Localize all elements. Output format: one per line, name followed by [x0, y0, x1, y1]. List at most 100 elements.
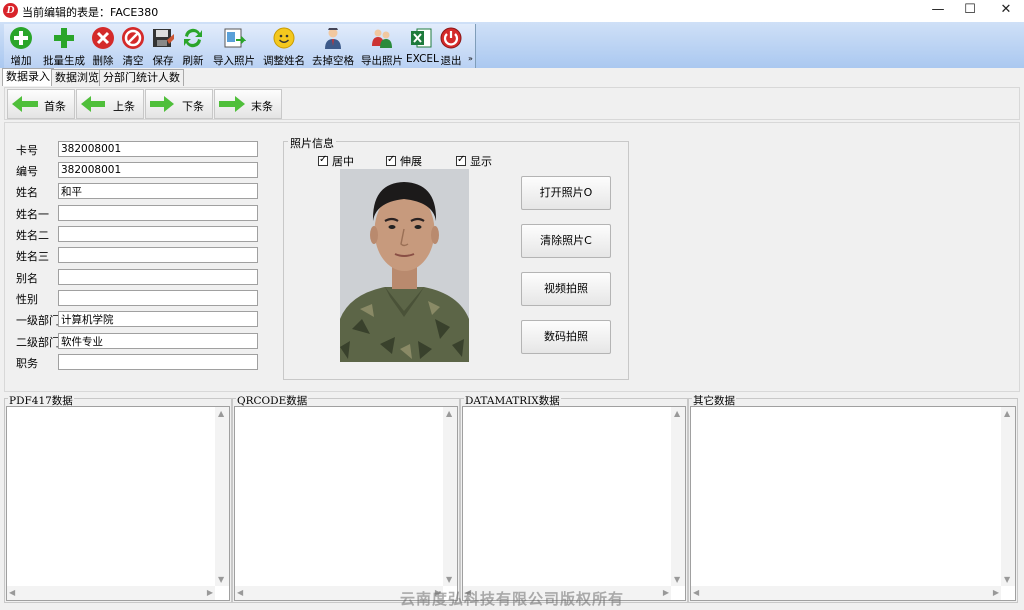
- other-data-panel: 其它数据 ▲ ▼ ◀ ▶: [688, 393, 1018, 603]
- batch-add-label: 批量生成: [43, 55, 85, 67]
- next-record-button[interactable]: 下条: [145, 89, 213, 119]
- stretch-checkbox[interactable]: 伸展: [386, 153, 422, 169]
- other-data-textarea[interactable]: ▲ ▼ ◀ ▶: [690, 406, 1016, 601]
- export-photo-label: 导出照片: [361, 55, 403, 67]
- name2-field[interactable]: [58, 226, 258, 242]
- name3-label: 姓名三: [16, 250, 49, 263]
- scroll-down-icon[interactable]: ▼: [218, 575, 224, 584]
- stretch-check-icon: [386, 154, 396, 166]
- app-logo-icon: D: [3, 3, 18, 18]
- datamatrix-textarea[interactable]: ▲ ▼ ◀ ▶: [462, 406, 686, 601]
- last-label: 末条: [251, 100, 273, 113]
- window-title: 当前编辑的表是：FACE380: [22, 6, 159, 19]
- open-photo-button[interactable]: 打开照片O: [521, 176, 611, 210]
- stretch-checkbox-label: 伸展: [400, 155, 422, 168]
- scroll-down-icon[interactable]: ▼: [674, 575, 680, 584]
- batch-add-button[interactable]: 批量生成: [40, 26, 88, 68]
- scroll-up-icon[interactable]: ▲: [218, 409, 224, 418]
- id-number-label: 编号: [16, 165, 38, 178]
- delete-button[interactable]: 删除: [90, 26, 116, 68]
- save-icon: [153, 29, 174, 47]
- add-label: 增加: [10, 55, 32, 67]
- last-record-button[interactable]: 末条: [214, 89, 282, 119]
- import-photo-button[interactable]: 导入照片: [210, 26, 258, 68]
- export-photo-button[interactable]: 导出照片: [358, 26, 406, 68]
- record-nav-bar: 首条 上条 下条 末条: [4, 87, 1020, 120]
- first-record-button[interactable]: 首条: [7, 89, 75, 119]
- display-check-icon: [456, 154, 466, 166]
- pdf417-panel: PDF417数据 ▲ ▼ ◀ ▶: [4, 393, 232, 603]
- refresh-button[interactable]: 刷新: [180, 26, 206, 68]
- gender-field[interactable]: [58, 290, 258, 306]
- clear-photo-button[interactable]: 清除照片C: [521, 224, 611, 258]
- qrcode-vscroll[interactable]: ▲ ▼: [443, 407, 457, 586]
- center-check-icon: [318, 154, 328, 166]
- other-data-vscroll[interactable]: ▲ ▼: [1001, 407, 1015, 586]
- excel-button[interactable]: EXCEL: [406, 26, 439, 68]
- clear-icon: [122, 27, 144, 49]
- pdf417-textarea[interactable]: ▲ ▼ ◀ ▶: [6, 406, 230, 601]
- remove-spaces-button[interactable]: 去掉空格: [309, 26, 357, 68]
- close-button[interactable]: ✕: [988, 0, 1024, 22]
- dept1-field[interactable]: [58, 311, 258, 327]
- scroll-down-icon[interactable]: ▼: [1004, 575, 1010, 584]
- exit-icon: [440, 27, 462, 49]
- id-photo: [340, 169, 469, 362]
- name-field[interactable]: [58, 183, 258, 199]
- add-icon: [10, 27, 32, 49]
- delete-icon: [92, 27, 114, 49]
- name1-label: 姓名一: [16, 208, 49, 221]
- excel-icon: [411, 28, 432, 48]
- photo-info-title: 照片信息: [288, 135, 336, 151]
- datamatrix-vscroll[interactable]: ▲ ▼: [671, 407, 685, 586]
- display-checkbox-label: 显示: [470, 155, 492, 168]
- tab-data-browse[interactable]: 数据浏览: [51, 69, 103, 86]
- tab-data-entry[interactable]: 数据录入: [2, 68, 54, 86]
- qrcode-panel: QRCODE数据 ▲ ▼ ◀ ▶: [232, 393, 460, 603]
- adjust-name-label: 调整姓名: [263, 55, 305, 67]
- tab-department-stats[interactable]: 分部门统计人数: [99, 69, 184, 86]
- digital-capture-button[interactable]: 数码拍照: [521, 320, 611, 354]
- position-field[interactable]: [58, 354, 258, 370]
- next-label: 下条: [182, 100, 204, 113]
- import-photo-icon: [224, 28, 246, 48]
- exit-label: 退出: [440, 55, 462, 67]
- name3-field[interactable]: [58, 247, 258, 263]
- center-checkbox-label: 居中: [332, 155, 354, 168]
- scroll-down-icon[interactable]: ▼: [446, 575, 452, 584]
- card-number-field[interactable]: [58, 141, 258, 157]
- portrait-image: [340, 169, 469, 362]
- first-label: 首条: [44, 100, 66, 113]
- video-capture-button[interactable]: 视频拍照: [521, 272, 611, 306]
- exit-button[interactable]: 退出: [438, 26, 464, 68]
- maximize-button[interactable]: ☐: [952, 0, 988, 22]
- toolbar-buttons: 增加 批量生成 删除 清空 保存 刷新 导入照片 调整姓名 去掉空格 导出照片 …: [4, 24, 476, 68]
- person-icon: [325, 28, 341, 49]
- pdf417-vscroll[interactable]: ▲ ▼: [215, 407, 229, 586]
- display-checkbox[interactable]: 显示: [456, 153, 492, 169]
- alias-label: 别名: [16, 272, 38, 285]
- id-number-field[interactable]: [58, 162, 258, 178]
- smiley-icon: [273, 27, 295, 49]
- scroll-up-icon[interactable]: ▲: [446, 409, 452, 418]
- prev-arrow-icon: [81, 96, 105, 112]
- center-checkbox[interactable]: 居中: [318, 153, 354, 169]
- clear-button[interactable]: 清空: [120, 26, 146, 68]
- name1-field[interactable]: [58, 205, 258, 221]
- dept1-label: 一级部门: [16, 314, 60, 327]
- add-button[interactable]: 增加: [8, 26, 34, 68]
- toolbar-overflow-icon[interactable]: »: [468, 54, 473, 63]
- minimize-button[interactable]: —: [920, 0, 956, 22]
- dept2-field[interactable]: [58, 333, 258, 349]
- qrcode-textarea[interactable]: ▲ ▼ ◀ ▶: [234, 406, 458, 601]
- first-arrow-icon: [12, 96, 38, 112]
- save-button[interactable]: 保存: [150, 26, 176, 68]
- alias-field[interactable]: [58, 269, 258, 285]
- title-bar: D 当前编辑的表是：FACE380 — ☐ ✕: [0, 0, 1024, 22]
- remove-spaces-label: 去掉空格: [312, 55, 354, 67]
- batch-add-icon: [54, 28, 74, 48]
- scroll-up-icon[interactable]: ▲: [1004, 409, 1010, 418]
- adjust-name-button[interactable]: 调整姓名: [260, 26, 308, 68]
- scroll-up-icon[interactable]: ▲: [674, 409, 680, 418]
- prev-record-button[interactable]: 上条: [76, 89, 144, 119]
